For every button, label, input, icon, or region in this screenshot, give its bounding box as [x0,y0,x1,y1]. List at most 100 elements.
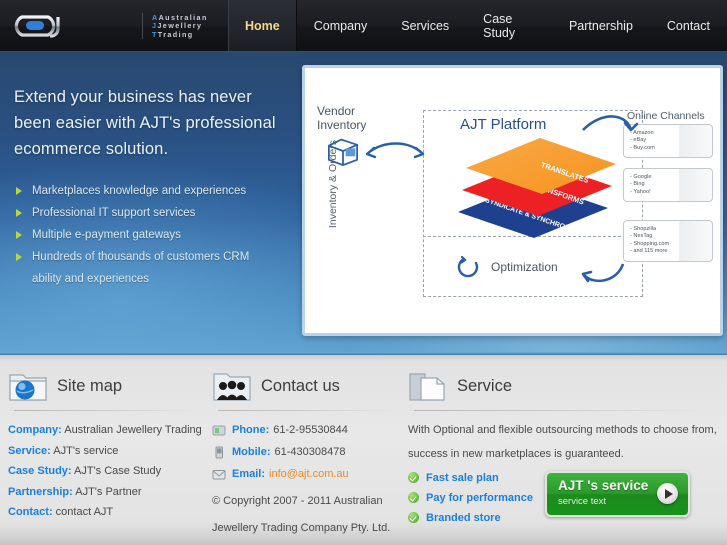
hero-bullet-text: ability and experiences [32,273,149,285]
globe-folder-icon [9,374,47,401]
documents-folder-icon [409,373,445,401]
sitemap-row: Case Study: AJT's Case Study [8,461,204,482]
nav-item-company[interactable]: Company [297,0,385,52]
vendor-label-line2: Inventory [317,118,367,132]
sitemap-value: AJT's Case Study [71,465,162,477]
site-footer: Site map Company: Australian Jewellery T… [0,355,727,545]
sitemap-value: AJT's service [50,444,119,457]
channel-item: - Buy.com [630,144,655,151]
site-header: AAustralian JJewellery TTrading Home Com… [0,0,727,52]
vendor-inventory-label: Vendor Inventory [317,104,366,132]
service-feature-label: Branded store [426,512,501,524]
contact-title: Contact us [261,376,340,395]
channel-item: - Yahoo! [630,188,651,195]
channel-box-comparison-sites: - Shopzilla - NexTag - Shopping.com - an… [623,220,713,262]
arrow-bullet-icon [16,187,22,195]
logo-tagline: AAustralian JJewellery TTrading [142,12,208,40]
channel-item: - eBay [630,137,647,144]
channel-item: - Shopping.com [630,240,670,247]
copyright-line-1: © Copyright 2007 - 2011 Australian [212,495,383,507]
check-icon [408,472,419,483]
service-feature-item[interactable]: Fast sale plan [408,468,558,488]
sitemap-title: Site map [57,376,123,395]
contact-email-row: Email: info@ajt.com.au [212,464,402,485]
sitemap-value: contact AJT [52,506,114,518]
optimization-refresh-icon [457,255,479,278]
hero-content: Extend your business has never been easi… [14,84,292,290]
hero-bullet-text: Marketplaces knowledge and experiences [32,185,247,197]
hero-bullet-item: Hundreds of thousands of customers CRM [14,246,292,268]
sitemap-link-partnership[interactable]: Partnership: [8,486,73,498]
play-icon [657,483,678,504]
sitemap-row: Company: Australian Jewellery Trading [8,420,204,441]
hero-bullet-text: Multiple e-payment gateways [32,229,181,241]
channel-item: - Amazon [630,130,654,136]
hero-headline: Extend your business has never been easi… [14,88,276,158]
ajt-service-button[interactable]: AJT 's service service text [545,471,690,517]
channel-box-search-engines: - Google - Bing - Yahoo! [623,168,713,202]
platform-diagram-panel: Vendor Inventory AJT Platform Inventory … [302,65,723,336]
mobile-label: Mobile: [232,446,271,458]
nav-item-partnership[interactable]: Partnership [552,0,650,52]
page-root: AAustralian JJewellery TTrading Home Com… [0,0,727,545]
copyright-line-2: Jewellery Trading Company Pty. Ltd. [212,522,391,534]
channel-item: - Google [630,174,652,180]
channel-item: - Shopzilla [630,226,657,232]
channel-item: - Bing [630,181,645,188]
service-feature-item[interactable]: Pay for performance [408,488,558,508]
service-title: Service [457,376,513,395]
service-feature-label: Fast sale plan [426,472,499,484]
email-icon [212,470,226,480]
sitemap-link-case-study[interactable]: Case Study: [8,465,72,477]
site-logo[interactable]: AAustralian JJewellery TTrading [14,7,214,45]
footer-column-service: Service With Optional and flexible outso… [408,365,718,528]
sitemap-link-service[interactable]: Service: [8,445,51,457]
mobile-icon [215,446,223,459]
hero-bullet-item: Professional IT support services [14,202,292,224]
service-paragraph-line-1: With Optional and flexible outsourcing m… [408,424,717,436]
nav-item-contact[interactable]: Contact [650,0,727,52]
hero-bullet-item: Multiple e-payment gateways [14,224,292,246]
sitemap-row: Service: AJT's service [8,441,204,462]
arrow-bullet-icon [16,209,22,217]
arrow-bullet-icon [16,231,22,239]
service-divider [414,410,718,411]
contact-header: Contact us [212,365,402,407]
sitemap-value: AJT's Partner [72,485,142,498]
hero-banner: Extend your business has never been easi… [0,52,727,355]
sitemap-header: Site map [8,365,204,407]
service-paragraph-line-2: success in new marketplaces is guarantee… [408,448,624,460]
contact-divider [218,410,402,411]
sitemap-link-contact[interactable]: Contact: [8,506,53,518]
service-feature-list: Fast sale plan Pay for performance Brand… [408,468,558,528]
service-feature-label: Pay for performance [426,492,533,504]
check-icon [408,492,419,503]
sitemap-link-company[interactable]: Company: [8,424,62,436]
optimization-label: Optimization [491,260,558,274]
service-button-title: AJT 's service [558,478,649,493]
ajt-logo-icon [14,15,90,38]
contact-phone-row: Phone: 61-2-95530844 [212,420,402,441]
channel-item: - NexTag [630,233,653,240]
nav-item-case-study[interactable]: Case Study [466,0,552,52]
nav-item-home[interactable]: Home [228,0,297,52]
footer-column-contact: Contact us Phone: 61-2-95530844 Mobile: … [212,365,402,539]
hero-bullet-text: Hundreds of thousands of customers CRM [32,251,250,263]
email-label: Email: [232,468,266,480]
sitemap-divider [14,410,204,411]
logo-line-3: Trading [157,29,194,39]
service-feature-item[interactable]: Branded store [408,508,558,528]
nav-item-services[interactable]: Services [384,0,466,52]
phone-icon [212,425,226,436]
sitemap-row: Contact: contact AJT [8,502,204,523]
mobile-value: 61-430308478 [274,446,346,458]
email-value[interactable]: info@ajt.com.au [269,464,349,485]
footer-column-sitemap: Site map Company: Australian Jewellery T… [8,365,204,523]
contact-mobile-row: Mobile: 61-430308478 [212,442,402,463]
service-header: Service [408,365,718,407]
platform-title: AJT Platform [460,116,547,133]
hero-bullet-continuation: ability and experiences [14,268,292,290]
hero-bullet-text: Professional IT support services [32,207,196,219]
sitemap-row: Partnership: AJT's Partner [8,482,204,503]
service-button-subtitle: service text [558,496,607,507]
